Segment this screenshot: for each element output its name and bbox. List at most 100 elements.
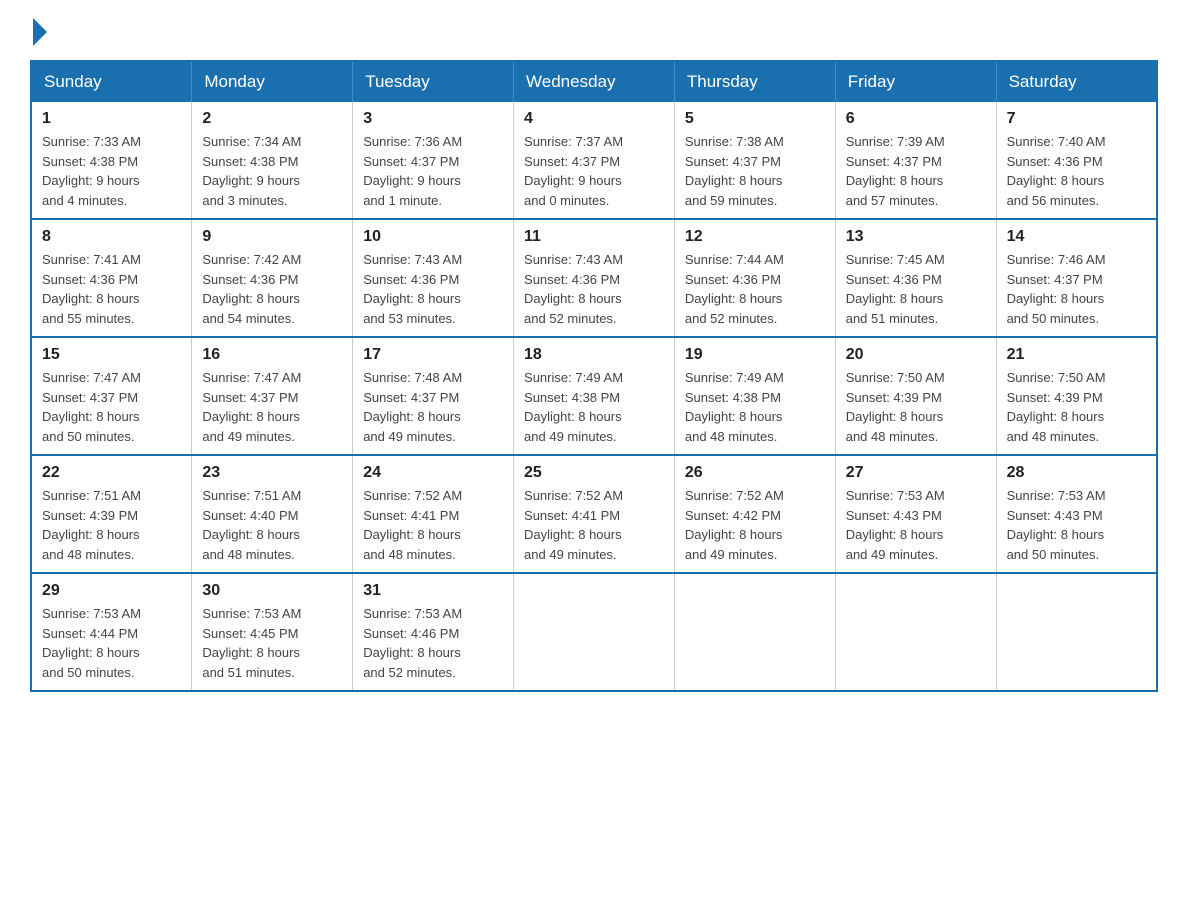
day-number: 22 bbox=[42, 464, 181, 482]
day-info: Sunrise: 7:43 AMSunset: 4:36 PMDaylight:… bbox=[363, 250, 503, 328]
calendar-cell: 5 Sunrise: 7:38 AMSunset: 4:37 PMDayligh… bbox=[674, 102, 835, 219]
day-number: 17 bbox=[363, 346, 503, 364]
day-number: 12 bbox=[685, 228, 825, 246]
day-number: 13 bbox=[846, 228, 986, 246]
day-number: 11 bbox=[524, 228, 664, 246]
calendar-cell: 1 Sunrise: 7:33 AMSunset: 4:38 PMDayligh… bbox=[31, 102, 192, 219]
calendar-cell: 31 Sunrise: 7:53 AMSunset: 4:46 PMDaylig… bbox=[353, 573, 514, 691]
calendar-cell: 26 Sunrise: 7:52 AMSunset: 4:42 PMDaylig… bbox=[674, 455, 835, 573]
calendar-cell: 2 Sunrise: 7:34 AMSunset: 4:38 PMDayligh… bbox=[192, 102, 353, 219]
day-info: Sunrise: 7:42 AMSunset: 4:36 PMDaylight:… bbox=[202, 250, 342, 328]
calendar-cell: 8 Sunrise: 7:41 AMSunset: 4:36 PMDayligh… bbox=[31, 219, 192, 337]
day-info: Sunrise: 7:45 AMSunset: 4:36 PMDaylight:… bbox=[846, 250, 986, 328]
day-info: Sunrise: 7:34 AMSunset: 4:38 PMDaylight:… bbox=[202, 132, 342, 210]
day-number: 20 bbox=[846, 346, 986, 364]
day-number: 3 bbox=[363, 110, 503, 128]
day-info: Sunrise: 7:51 AMSunset: 4:40 PMDaylight:… bbox=[202, 486, 342, 564]
calendar-cell: 23 Sunrise: 7:51 AMSunset: 4:40 PMDaylig… bbox=[192, 455, 353, 573]
day-number: 9 bbox=[202, 228, 342, 246]
calendar-week-row: 1 Sunrise: 7:33 AMSunset: 4:38 PMDayligh… bbox=[31, 102, 1157, 219]
day-number: 28 bbox=[1007, 464, 1146, 482]
day-number: 31 bbox=[363, 582, 503, 600]
day-info: Sunrise: 7:40 AMSunset: 4:36 PMDaylight:… bbox=[1007, 132, 1146, 210]
calendar-cell: 12 Sunrise: 7:44 AMSunset: 4:36 PMDaylig… bbox=[674, 219, 835, 337]
day-info: Sunrise: 7:36 AMSunset: 4:37 PMDaylight:… bbox=[363, 132, 503, 210]
calendar-cell: 22 Sunrise: 7:51 AMSunset: 4:39 PMDaylig… bbox=[31, 455, 192, 573]
day-info: Sunrise: 7:53 AMSunset: 4:43 PMDaylight:… bbox=[1007, 486, 1146, 564]
col-header-tuesday: Tuesday bbox=[353, 61, 514, 102]
day-info: Sunrise: 7:52 AMSunset: 4:42 PMDaylight:… bbox=[685, 486, 825, 564]
day-number: 26 bbox=[685, 464, 825, 482]
col-header-monday: Monday bbox=[192, 61, 353, 102]
day-info: Sunrise: 7:37 AMSunset: 4:37 PMDaylight:… bbox=[524, 132, 664, 210]
calendar-cell: 18 Sunrise: 7:49 AMSunset: 4:38 PMDaylig… bbox=[514, 337, 675, 455]
calendar-cell: 14 Sunrise: 7:46 AMSunset: 4:37 PMDaylig… bbox=[996, 219, 1157, 337]
calendar-cell: 29 Sunrise: 7:53 AMSunset: 4:44 PMDaylig… bbox=[31, 573, 192, 691]
day-number: 25 bbox=[524, 464, 664, 482]
day-info: Sunrise: 7:39 AMSunset: 4:37 PMDaylight:… bbox=[846, 132, 986, 210]
calendar-cell: 15 Sunrise: 7:47 AMSunset: 4:37 PMDaylig… bbox=[31, 337, 192, 455]
calendar-cell bbox=[996, 573, 1157, 691]
day-number: 30 bbox=[202, 582, 342, 600]
calendar-cell: 4 Sunrise: 7:37 AMSunset: 4:37 PMDayligh… bbox=[514, 102, 675, 219]
day-info: Sunrise: 7:44 AMSunset: 4:36 PMDaylight:… bbox=[685, 250, 825, 328]
day-info: Sunrise: 7:38 AMSunset: 4:37 PMDaylight:… bbox=[685, 132, 825, 210]
day-number: 15 bbox=[42, 346, 181, 364]
day-info: Sunrise: 7:53 AMSunset: 4:44 PMDaylight:… bbox=[42, 604, 181, 682]
calendar-cell: 6 Sunrise: 7:39 AMSunset: 4:37 PMDayligh… bbox=[835, 102, 996, 219]
day-info: Sunrise: 7:51 AMSunset: 4:39 PMDaylight:… bbox=[42, 486, 181, 564]
day-number: 14 bbox=[1007, 228, 1146, 246]
day-info: Sunrise: 7:49 AMSunset: 4:38 PMDaylight:… bbox=[524, 368, 664, 446]
day-number: 6 bbox=[846, 110, 986, 128]
day-number: 2 bbox=[202, 110, 342, 128]
col-header-friday: Friday bbox=[835, 61, 996, 102]
calendar-week-row: 22 Sunrise: 7:51 AMSunset: 4:39 PMDaylig… bbox=[31, 455, 1157, 573]
day-info: Sunrise: 7:43 AMSunset: 4:36 PMDaylight:… bbox=[524, 250, 664, 328]
day-info: Sunrise: 7:50 AMSunset: 4:39 PMDaylight:… bbox=[846, 368, 986, 446]
calendar-cell: 17 Sunrise: 7:48 AMSunset: 4:37 PMDaylig… bbox=[353, 337, 514, 455]
calendar-cell: 16 Sunrise: 7:47 AMSunset: 4:37 PMDaylig… bbox=[192, 337, 353, 455]
day-number: 29 bbox=[42, 582, 181, 600]
col-header-sunday: Sunday bbox=[31, 61, 192, 102]
day-info: Sunrise: 7:50 AMSunset: 4:39 PMDaylight:… bbox=[1007, 368, 1146, 446]
day-info: Sunrise: 7:33 AMSunset: 4:38 PMDaylight:… bbox=[42, 132, 181, 210]
calendar-cell: 27 Sunrise: 7:53 AMSunset: 4:43 PMDaylig… bbox=[835, 455, 996, 573]
day-number: 7 bbox=[1007, 110, 1146, 128]
day-info: Sunrise: 7:53 AMSunset: 4:46 PMDaylight:… bbox=[363, 604, 503, 682]
day-info: Sunrise: 7:53 AMSunset: 4:43 PMDaylight:… bbox=[846, 486, 986, 564]
day-number: 19 bbox=[685, 346, 825, 364]
day-number: 21 bbox=[1007, 346, 1146, 364]
day-info: Sunrise: 7:49 AMSunset: 4:38 PMDaylight:… bbox=[685, 368, 825, 446]
calendar-cell: 30 Sunrise: 7:53 AMSunset: 4:45 PMDaylig… bbox=[192, 573, 353, 691]
calendar-week-row: 15 Sunrise: 7:47 AMSunset: 4:37 PMDaylig… bbox=[31, 337, 1157, 455]
calendar-cell bbox=[514, 573, 675, 691]
calendar-cell: 28 Sunrise: 7:53 AMSunset: 4:43 PMDaylig… bbox=[996, 455, 1157, 573]
col-header-thursday: Thursday bbox=[674, 61, 835, 102]
calendar-cell: 20 Sunrise: 7:50 AMSunset: 4:39 PMDaylig… bbox=[835, 337, 996, 455]
day-info: Sunrise: 7:52 AMSunset: 4:41 PMDaylight:… bbox=[524, 486, 664, 564]
day-number: 10 bbox=[363, 228, 503, 246]
calendar-cell: 13 Sunrise: 7:45 AMSunset: 4:36 PMDaylig… bbox=[835, 219, 996, 337]
day-info: Sunrise: 7:46 AMSunset: 4:37 PMDaylight:… bbox=[1007, 250, 1146, 328]
calendar-week-row: 8 Sunrise: 7:41 AMSunset: 4:36 PMDayligh… bbox=[31, 219, 1157, 337]
calendar-cell: 10 Sunrise: 7:43 AMSunset: 4:36 PMDaylig… bbox=[353, 219, 514, 337]
col-header-wednesday: Wednesday bbox=[514, 61, 675, 102]
day-info: Sunrise: 7:53 AMSunset: 4:45 PMDaylight:… bbox=[202, 604, 342, 682]
day-number: 23 bbox=[202, 464, 342, 482]
day-info: Sunrise: 7:48 AMSunset: 4:37 PMDaylight:… bbox=[363, 368, 503, 446]
day-number: 4 bbox=[524, 110, 664, 128]
calendar-header-row: SundayMondayTuesdayWednesdayThursdayFrid… bbox=[31, 61, 1157, 102]
day-number: 24 bbox=[363, 464, 503, 482]
day-info: Sunrise: 7:47 AMSunset: 4:37 PMDaylight:… bbox=[42, 368, 181, 446]
calendar-cell: 19 Sunrise: 7:49 AMSunset: 4:38 PMDaylig… bbox=[674, 337, 835, 455]
calendar-cell: 21 Sunrise: 7:50 AMSunset: 4:39 PMDaylig… bbox=[996, 337, 1157, 455]
page-header bbox=[30, 20, 1158, 40]
calendar-cell: 25 Sunrise: 7:52 AMSunset: 4:41 PMDaylig… bbox=[514, 455, 675, 573]
day-number: 27 bbox=[846, 464, 986, 482]
day-number: 18 bbox=[524, 346, 664, 364]
calendar-cell: 24 Sunrise: 7:52 AMSunset: 4:41 PMDaylig… bbox=[353, 455, 514, 573]
calendar-cell: 7 Sunrise: 7:40 AMSunset: 4:36 PMDayligh… bbox=[996, 102, 1157, 219]
calendar-cell: 3 Sunrise: 7:36 AMSunset: 4:37 PMDayligh… bbox=[353, 102, 514, 219]
calendar-cell: 9 Sunrise: 7:42 AMSunset: 4:36 PMDayligh… bbox=[192, 219, 353, 337]
day-number: 1 bbox=[42, 110, 181, 128]
